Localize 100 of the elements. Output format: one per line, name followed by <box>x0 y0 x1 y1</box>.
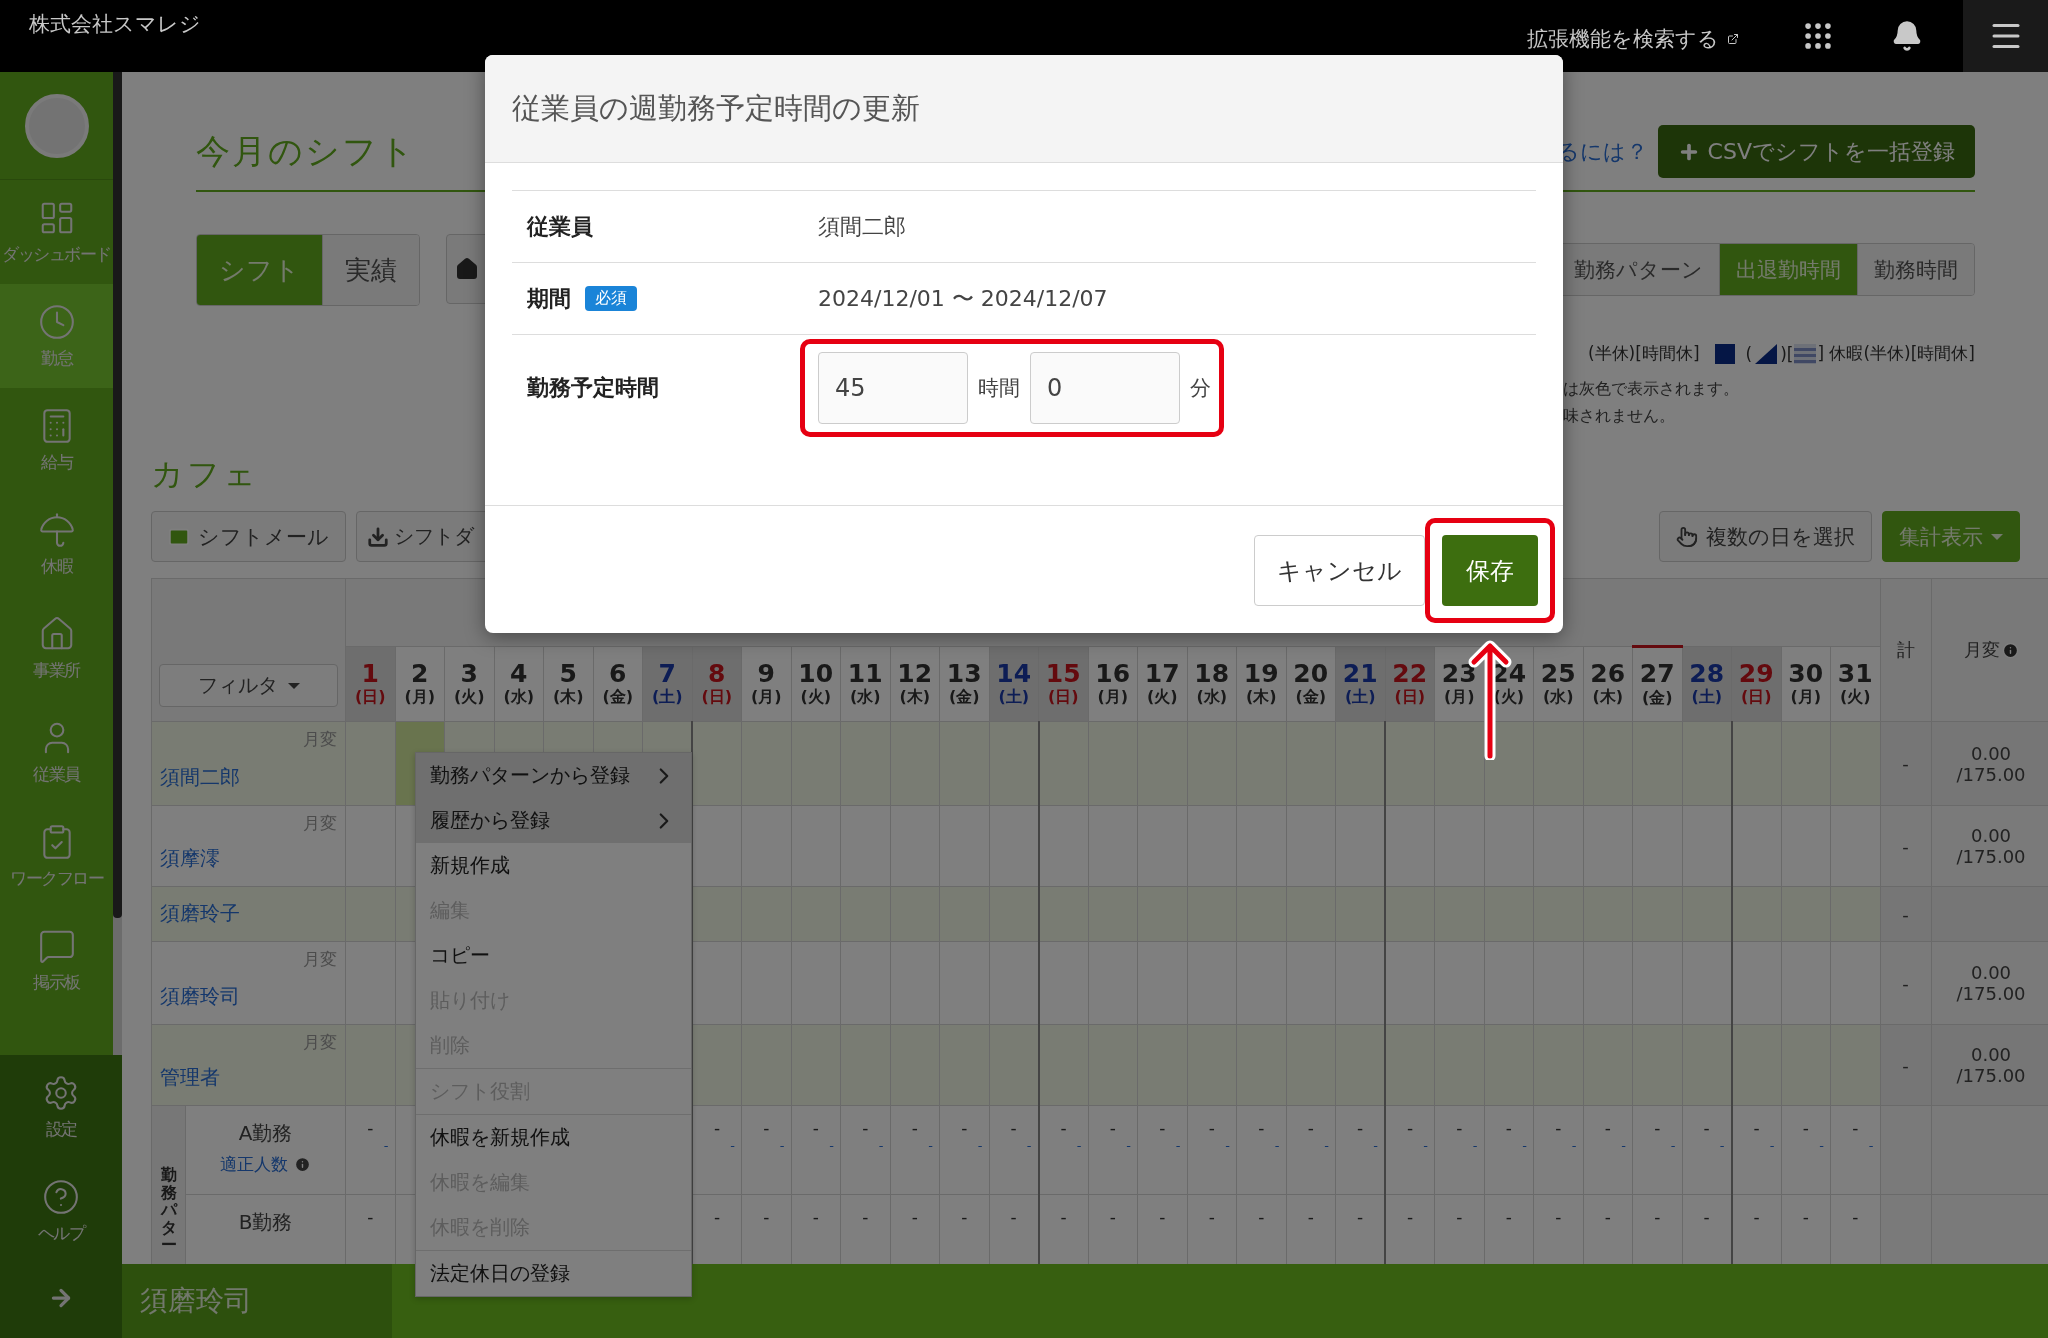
count-text: - <box>1159 1118 1166 1138</box>
proper-count-text: - <box>1768 1138 1776 1153</box>
count-text: - <box>1456 1118 1463 1138</box>
day-number: 14 <box>995 659 1033 688</box>
count-text: - <box>1406 1118 1414 1138</box>
count-text: - <box>862 1207 869 1227</box>
legend-text: ] 休暇(半休)[時間休] <box>1817 342 1975 365</box>
count-text: - <box>1505 1207 1512 1227</box>
count-text: - <box>1258 1118 1265 1138</box>
count-text: - <box>1456 1207 1463 1227</box>
day-number: 11 <box>846 659 884 688</box>
weekday-label: (木) <box>1591 687 1625 709</box>
weekday-label: (木) <box>1244 687 1278 709</box>
weekday-label: (日) <box>353 687 387 709</box>
total-cell: - <box>1880 1024 1932 1106</box>
legend-text: )[ <box>1780 343 1794 364</box>
day-number: 28 <box>1688 659 1726 688</box>
weekday-label: (金) <box>601 687 635 709</box>
day-number: 31 <box>1836 659 1874 688</box>
day-number: 16 <box>1094 659 1132 688</box>
count-text: - <box>1406 1207 1414 1227</box>
section-title: カフェ <box>151 454 260 495</box>
proper-count-text: - <box>778 1138 786 1153</box>
weekday-label: (月) <box>1789 687 1823 709</box>
total-cell: - <box>1880 941 1932 1025</box>
weekday-label: (月) <box>1442 687 1476 709</box>
field-label: 期間 <box>527 284 571 313</box>
count-text: - <box>763 1118 770 1138</box>
count-text: - <box>1505 1118 1512 1138</box>
proper-count-text: - <box>927 1138 934 1153</box>
proper-count-text: - <box>1669 1138 1677 1153</box>
unit-label: 時間 <box>978 374 1020 402</box>
proper-count-text: - <box>1521 1138 1528 1153</box>
note-text: は灰色で表示されます。 <box>1563 379 1740 400</box>
weekday-label: (木) <box>898 687 932 709</box>
weekday-label: (木) <box>551 687 585 709</box>
weekday-label: (金) <box>1640 687 1674 709</box>
weekday-label: (月) <box>1096 687 1130 709</box>
total-cell: - <box>1880 805 1932 887</box>
count-text: - <box>1307 1207 1314 1227</box>
count-text: - <box>1654 1118 1661 1138</box>
day-number: 27 <box>1638 660 1676 688</box>
day-number: 10 <box>797 659 835 688</box>
weekday-label: (日) <box>1046 687 1080 709</box>
weekday-label: (日) <box>1393 687 1427 709</box>
weekday-label: (水) <box>1195 687 1229 709</box>
proper-count-text: - <box>1422 1138 1429 1153</box>
count-text: - <box>1258 1207 1265 1227</box>
count-text: - <box>1753 1207 1760 1227</box>
count-text: - <box>1703 1207 1710 1227</box>
proper-count-text: - <box>1224 1138 1231 1153</box>
day-number: 15 <box>1044 659 1082 688</box>
count-text: - <box>1654 1207 1661 1227</box>
count-text: - <box>862 1118 869 1138</box>
day-number: 4 <box>509 659 529 688</box>
count-text: - <box>1356 1118 1364 1138</box>
count-text: - <box>1555 1118 1562 1138</box>
count-text: - <box>1604 1118 1611 1138</box>
count-text: - <box>1604 1207 1611 1227</box>
proper-count-text: - <box>976 1138 984 1153</box>
proper-count-text: - <box>1372 1138 1379 1153</box>
total-cell: - <box>1880 721 1932 806</box>
count-text: - <box>713 1118 721 1138</box>
field-value: 須間二郎 <box>818 212 906 241</box>
pattern-group-label: 勤務パター <box>160 1166 177 1254</box>
weekday-label: (日) <box>700 687 734 709</box>
proper-count-text: - <box>729 1138 736 1153</box>
day-number: 20 <box>1292 659 1330 688</box>
count-text: - <box>1159 1207 1166 1227</box>
page-title: 今月のシフト <box>196 129 416 173</box>
count-text: - <box>1010 1207 1017 1227</box>
count-text: - <box>367 1207 374 1227</box>
day-number: 6 <box>608 659 628 688</box>
count-text: - <box>1703 1118 1710 1138</box>
day-number: 29 <box>1737 659 1775 688</box>
day-number: 1 <box>360 659 380 688</box>
day-number: 22 <box>1391 659 1429 688</box>
count-text: - <box>1307 1118 1314 1138</box>
day-number: 18 <box>1193 659 1231 688</box>
weekday-label: (水) <box>848 687 882 709</box>
legend-text: ( <box>1745 343 1753 364</box>
weekday-label: (金) <box>1294 687 1328 709</box>
monthly-cell: 0.00 /175.00 <box>1931 1024 2048 1106</box>
count-text: - <box>1802 1207 1809 1227</box>
day-number: 23 <box>1440 659 1478 688</box>
count-text: - <box>911 1118 918 1138</box>
weekday-label: (水) <box>502 687 536 709</box>
count-text: - <box>763 1207 770 1227</box>
pattern-name: B勤務 <box>237 1209 294 1236</box>
count-text: - <box>1802 1118 1809 1138</box>
dialog-title: 従業員の週勤務予定時間の更新 <box>512 89 920 127</box>
proper-count-text: - <box>1867 1138 1875 1153</box>
proper-count-text: - <box>877 1138 885 1153</box>
day-number: 9 <box>756 659 776 688</box>
count-text: - <box>1208 1207 1215 1227</box>
count-text: - <box>1060 1118 1067 1138</box>
day-number: 2 <box>410 659 430 688</box>
count-text: - <box>1852 1207 1859 1227</box>
monthly-header: 月変 <box>1963 638 2019 662</box>
count-text: - <box>1010 1118 1017 1138</box>
